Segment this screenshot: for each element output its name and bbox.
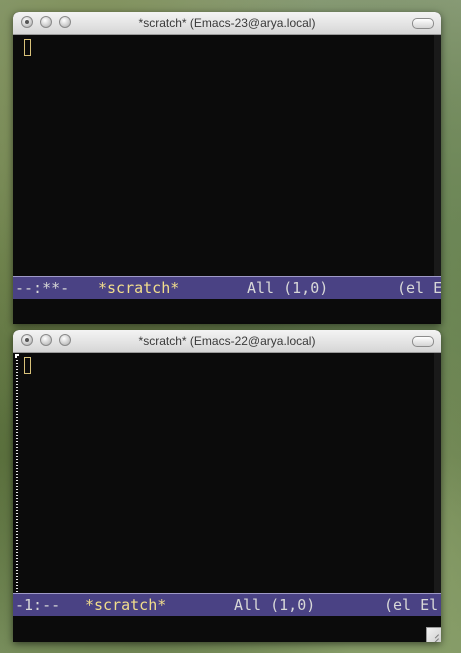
- emacs-23-window: *scratch* (Emacs-23@arya.local) --:**- *…: [13, 12, 441, 324]
- toolbar-toggle-icon[interactable]: [412, 336, 434, 347]
- mode-line: -1:-- *scratch* All (1,0) (el El: [13, 593, 441, 616]
- vertical-scrollbar[interactable]: [434, 35, 441, 288]
- window-title: *scratch* (Emacs-23@arya.local): [138, 16, 316, 30]
- window-title: *scratch* (Emacs-22@arya.local): [138, 334, 316, 348]
- text-editing-area[interactable]: [13, 35, 434, 288]
- vertical-scrollbar[interactable]: [434, 353, 441, 606]
- text-cursor: [24, 357, 31, 374]
- window-titlebar[interactable]: *scratch* (Emacs-23@arya.local): [13, 12, 441, 35]
- emacs-22-window: *scratch* (Emacs-22@arya.local) -1:-- *s…: [13, 330, 441, 642]
- buffer-top-fringe-indicator: [15, 354, 19, 358]
- minibuffer[interactable]: [13, 617, 441, 642]
- window-titlebar[interactable]: *scratch* (Emacs-22@arya.local): [13, 330, 441, 353]
- modeline-major-mode[interactable]: (el E: [397, 277, 441, 299]
- text-cursor: [24, 39, 31, 56]
- modeline-status: -1:--: [15, 596, 61, 614]
- minibuffer[interactable]: [13, 299, 441, 324]
- modeline-status: --:**-: [15, 279, 70, 297]
- text-editing-area[interactable]: [13, 353, 434, 606]
- modeline-buffer-name[interactable]: *scratch*: [98, 277, 179, 299]
- modeline-buffer-name[interactable]: *scratch*: [85, 594, 166, 616]
- resize-grip-icon[interactable]: [426, 627, 441, 642]
- modeline-major-mode[interactable]: (el El: [384, 594, 438, 616]
- empty-lines-fringe-indicator: [16, 360, 18, 600]
- toolbar-toggle-icon[interactable]: [412, 18, 434, 29]
- modeline-position: All (1,0): [247, 279, 329, 297]
- modeline-position: All (1,0): [234, 596, 316, 614]
- mode-line: --:**- *scratch* All (1,0) (el E: [13, 276, 441, 299]
